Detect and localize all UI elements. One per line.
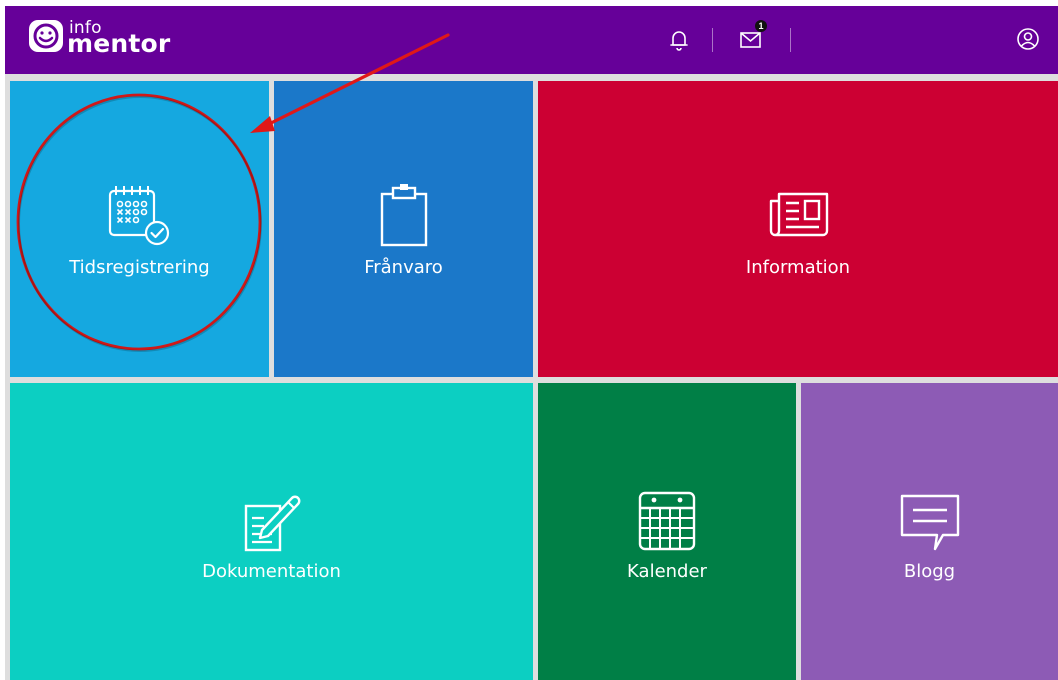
tile-information[interactable]: Information [538, 81, 1058, 377]
messages-envelope-icon[interactable]: 1 [738, 20, 767, 52]
tile-label: Blogg [903, 561, 956, 582]
user-profile-icon[interactable] [1015, 26, 1041, 52]
tile-franvaro[interactable]: Frånvaro [274, 81, 533, 377]
logo-text-mentor: mentor [67, 29, 171, 58]
top-bar: info mentor 1 [5, 6, 1058, 74]
tile-label: Information [745, 257, 851, 278]
clipboard-icon [378, 184, 430, 253]
calendar-icon [637, 490, 697, 557]
tile-blogg[interactable]: Blogg [801, 383, 1058, 680]
logo-mark-icon [29, 20, 63, 52]
tile-label: Tidsregistrering [69, 257, 210, 278]
newspaper-icon [767, 191, 829, 242]
tile-label: Frånvaro [364, 257, 443, 278]
tile-label: Kalender [627, 561, 707, 582]
tile-tidsregistrering[interactable]: Tidsregistrering [10, 81, 269, 377]
app-frame: info mentor 1 Tidsregistrering Frånvaro … [5, 6, 1058, 680]
chat-bubble-icon [899, 493, 961, 558]
tile-kalender[interactable]: Kalender [538, 383, 796, 680]
notifications-bell-icon[interactable] [666, 26, 692, 52]
time-registration-icon [107, 184, 173, 253]
topbar-separator [712, 28, 713, 52]
tile-dokumentation[interactable]: Dokumentation [10, 383, 533, 680]
message-count-badge: 1 [755, 20, 767, 32]
document-edit-icon [242, 490, 302, 559]
topbar-separator [790, 28, 791, 52]
tile-label: Dokumentation [202, 561, 341, 582]
